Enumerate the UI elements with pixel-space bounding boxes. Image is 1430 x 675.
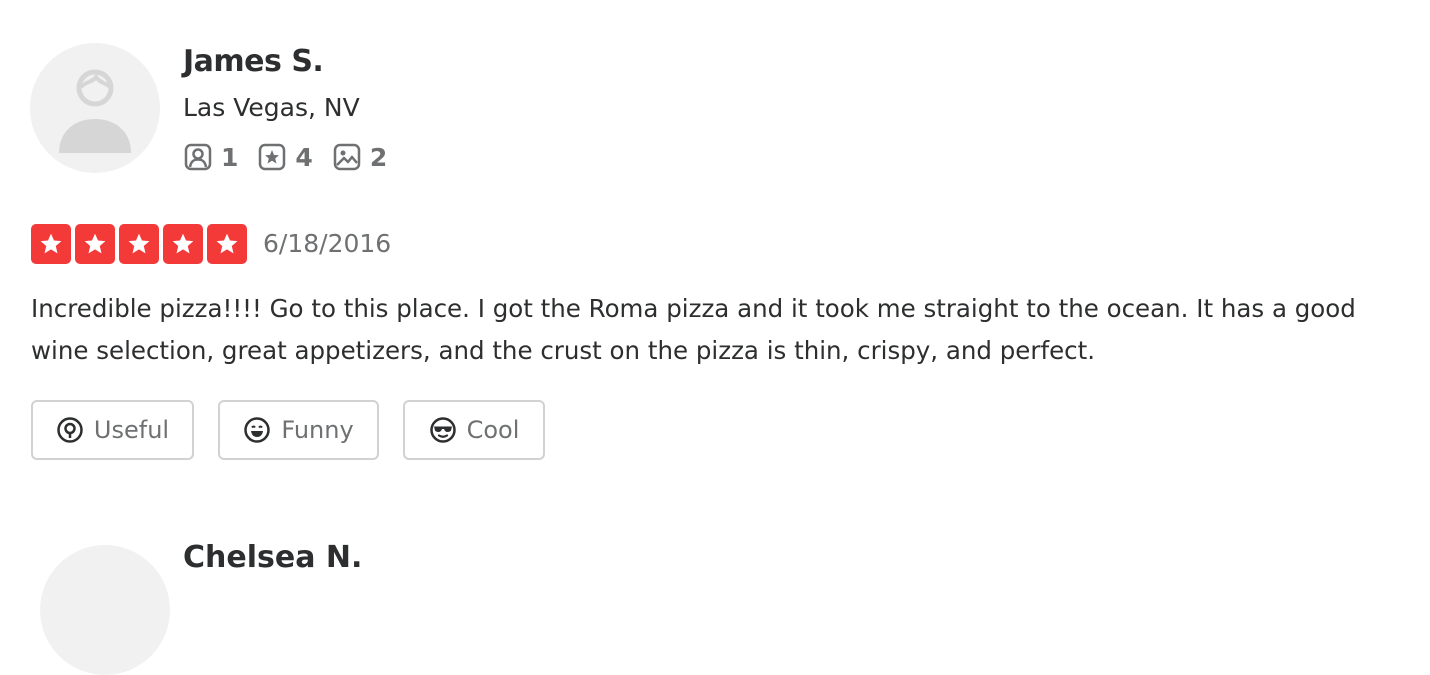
- cool-sunglasses-icon: [429, 417, 456, 443]
- default-user-avatar-icon: [59, 69, 131, 153]
- rating-star: [31, 224, 71, 264]
- review-card: James S. Las Vegas, NV 1 4 2 6/18/2016 I…: [0, 0, 1430, 675]
- review-star-icon: [259, 143, 286, 171]
- star-icon: [84, 233, 106, 254]
- rating-star: [207, 224, 247, 264]
- user-avatar[interactable]: [30, 43, 160, 173]
- rating-star: [119, 224, 159, 264]
- user-location: Las Vegas, NV: [183, 93, 360, 122]
- review-text: Incredible pizza!!!! Go to this place. I…: [31, 294, 1356, 365]
- useful-button[interactable]: Useful: [31, 400, 194, 460]
- funny-face-icon: [244, 417, 271, 443]
- friends-count: 1: [221, 142, 239, 172]
- next-user-avatar[interactable]: [40, 545, 170, 675]
- photo-icon: [333, 143, 361, 171]
- photos-count: 2: [369, 142, 388, 172]
- star-icon: [172, 233, 194, 254]
- next-user-name[interactable]: Chelsea N.: [183, 540, 362, 575]
- useful-label: Useful: [93, 416, 170, 444]
- cool-label: Cool: [466, 416, 520, 444]
- useful-icon: [57, 417, 83, 443]
- funny-button[interactable]: Funny: [218, 400, 379, 460]
- funny-label: Funny: [281, 416, 354, 444]
- star-rating: [31, 224, 251, 264]
- user-name[interactable]: James S.: [183, 44, 324, 79]
- user-stats: 1 4 2: [184, 141, 407, 173]
- friends-icon: [184, 143, 212, 171]
- cool-button[interactable]: Cool: [403, 400, 545, 460]
- rating-star: [163, 224, 203, 264]
- reviews-count: 4: [295, 142, 313, 172]
- star-icon: [40, 233, 62, 254]
- rating-star: [75, 224, 115, 264]
- friends-stat: 1: [184, 143, 238, 172]
- review-date: 6/18/2016: [263, 229, 392, 258]
- star-icon: [128, 233, 150, 254]
- star-icon: [216, 233, 238, 254]
- photos-stat: 2: [333, 143, 387, 172]
- reviews-stat: 4: [258, 142, 313, 172]
